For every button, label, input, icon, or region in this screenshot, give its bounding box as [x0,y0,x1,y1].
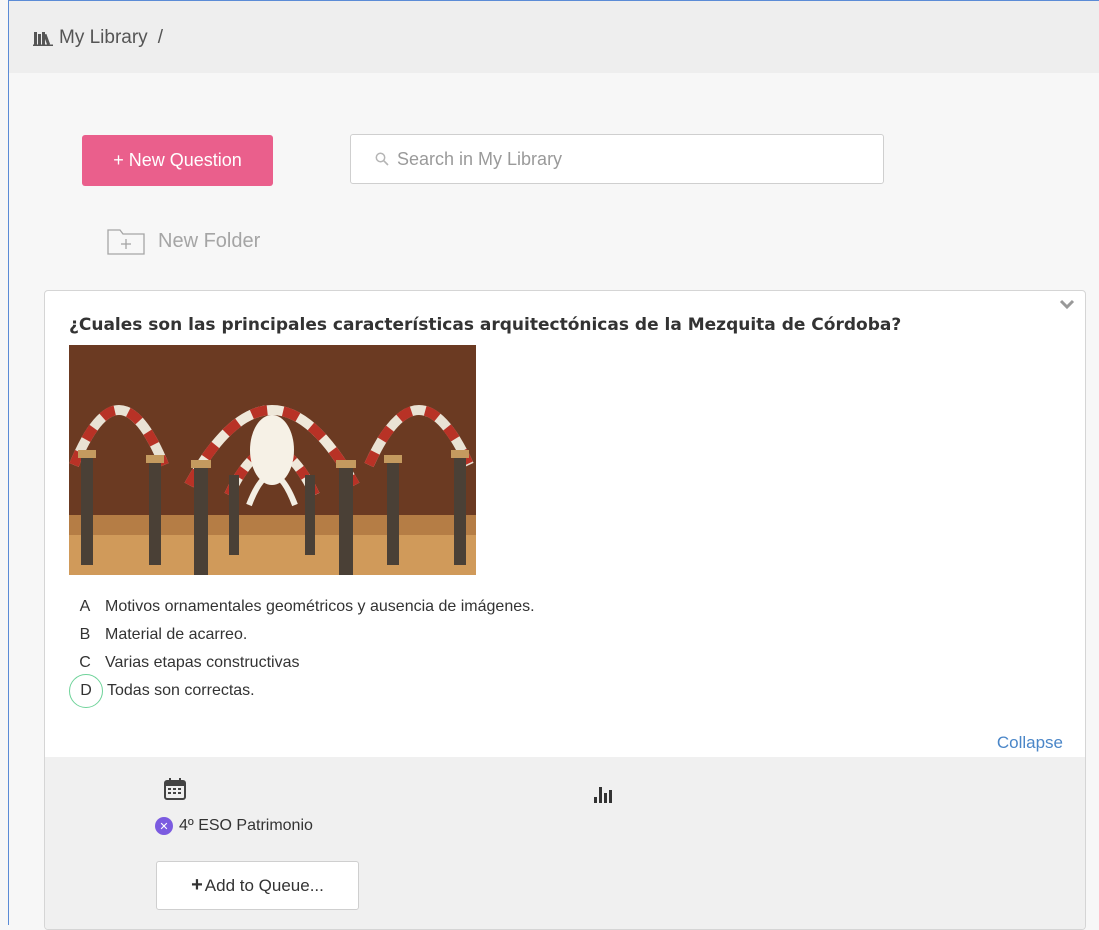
answer-text: Varias etapas constructivas [105,654,300,671]
search-input[interactable] [395,147,859,171]
new-question-button[interactable]: + New Question [82,135,273,186]
collapse-link[interactable]: Collapse [997,733,1063,753]
header-bar: My Library / [9,1,1099,73]
answer-text: Material de acarreo. [105,626,248,643]
bar-chart-icon[interactable] [593,785,615,803]
answer-option-c: C Varias etapas constructivas [69,649,535,677]
answer-list: A Motivos ornamentales geométricos y aus… [69,593,535,708]
plus-icon: + [191,874,203,896]
window-frame-left [8,0,9,925]
answer-option-d: D Todas son correctas. [69,674,535,708]
books-icon [33,30,53,46]
answer-letter: B [79,626,91,643]
answer-letter: A [79,598,91,615]
remove-tag-icon[interactable]: ✕ [155,817,173,835]
answer-letter: C [79,654,91,671]
search-box[interactable] [350,134,884,184]
breadcrumb: My Library / [33,27,163,49]
class-tag: ✕ 4º ESO Patrimonio [155,817,313,835]
add-to-queue-label: Add to Queue... [204,875,324,895]
answer-option-a: A Motivos ornamentales geométricos y aus… [69,593,535,621]
correct-answer-letter: D [69,674,103,708]
question-card: ¿Cuales son las principales característi… [44,290,1086,930]
calendar-icon[interactable] [163,777,187,801]
breadcrumb-separator: / [157,27,163,48]
answer-option-b: B Material de acarreo. [69,621,535,649]
answer-text: Todas son correctas. [107,682,255,699]
new-folder-button[interactable]: New Folder [106,226,260,256]
answer-text: Motivos ornamentales geométricos y ausen… [105,598,535,615]
question-footer: ✕ 4º ESO Patrimonio + Add to Queue... [45,757,1085,929]
add-to-queue-button[interactable]: + Add to Queue... [156,861,359,910]
search-icon [375,152,389,166]
new-folder-icon [106,226,146,256]
new-folder-label: New Folder [158,229,261,252]
chevron-down-icon[interactable] [1059,299,1075,311]
breadcrumb-my-library[interactable]: My Library [59,27,148,49]
question-title: ¿Cuales son las principales característi… [69,315,902,335]
class-tag-label: 4º ESO Patrimonio [179,817,313,834]
mosque-interior-arches-image [69,345,476,575]
